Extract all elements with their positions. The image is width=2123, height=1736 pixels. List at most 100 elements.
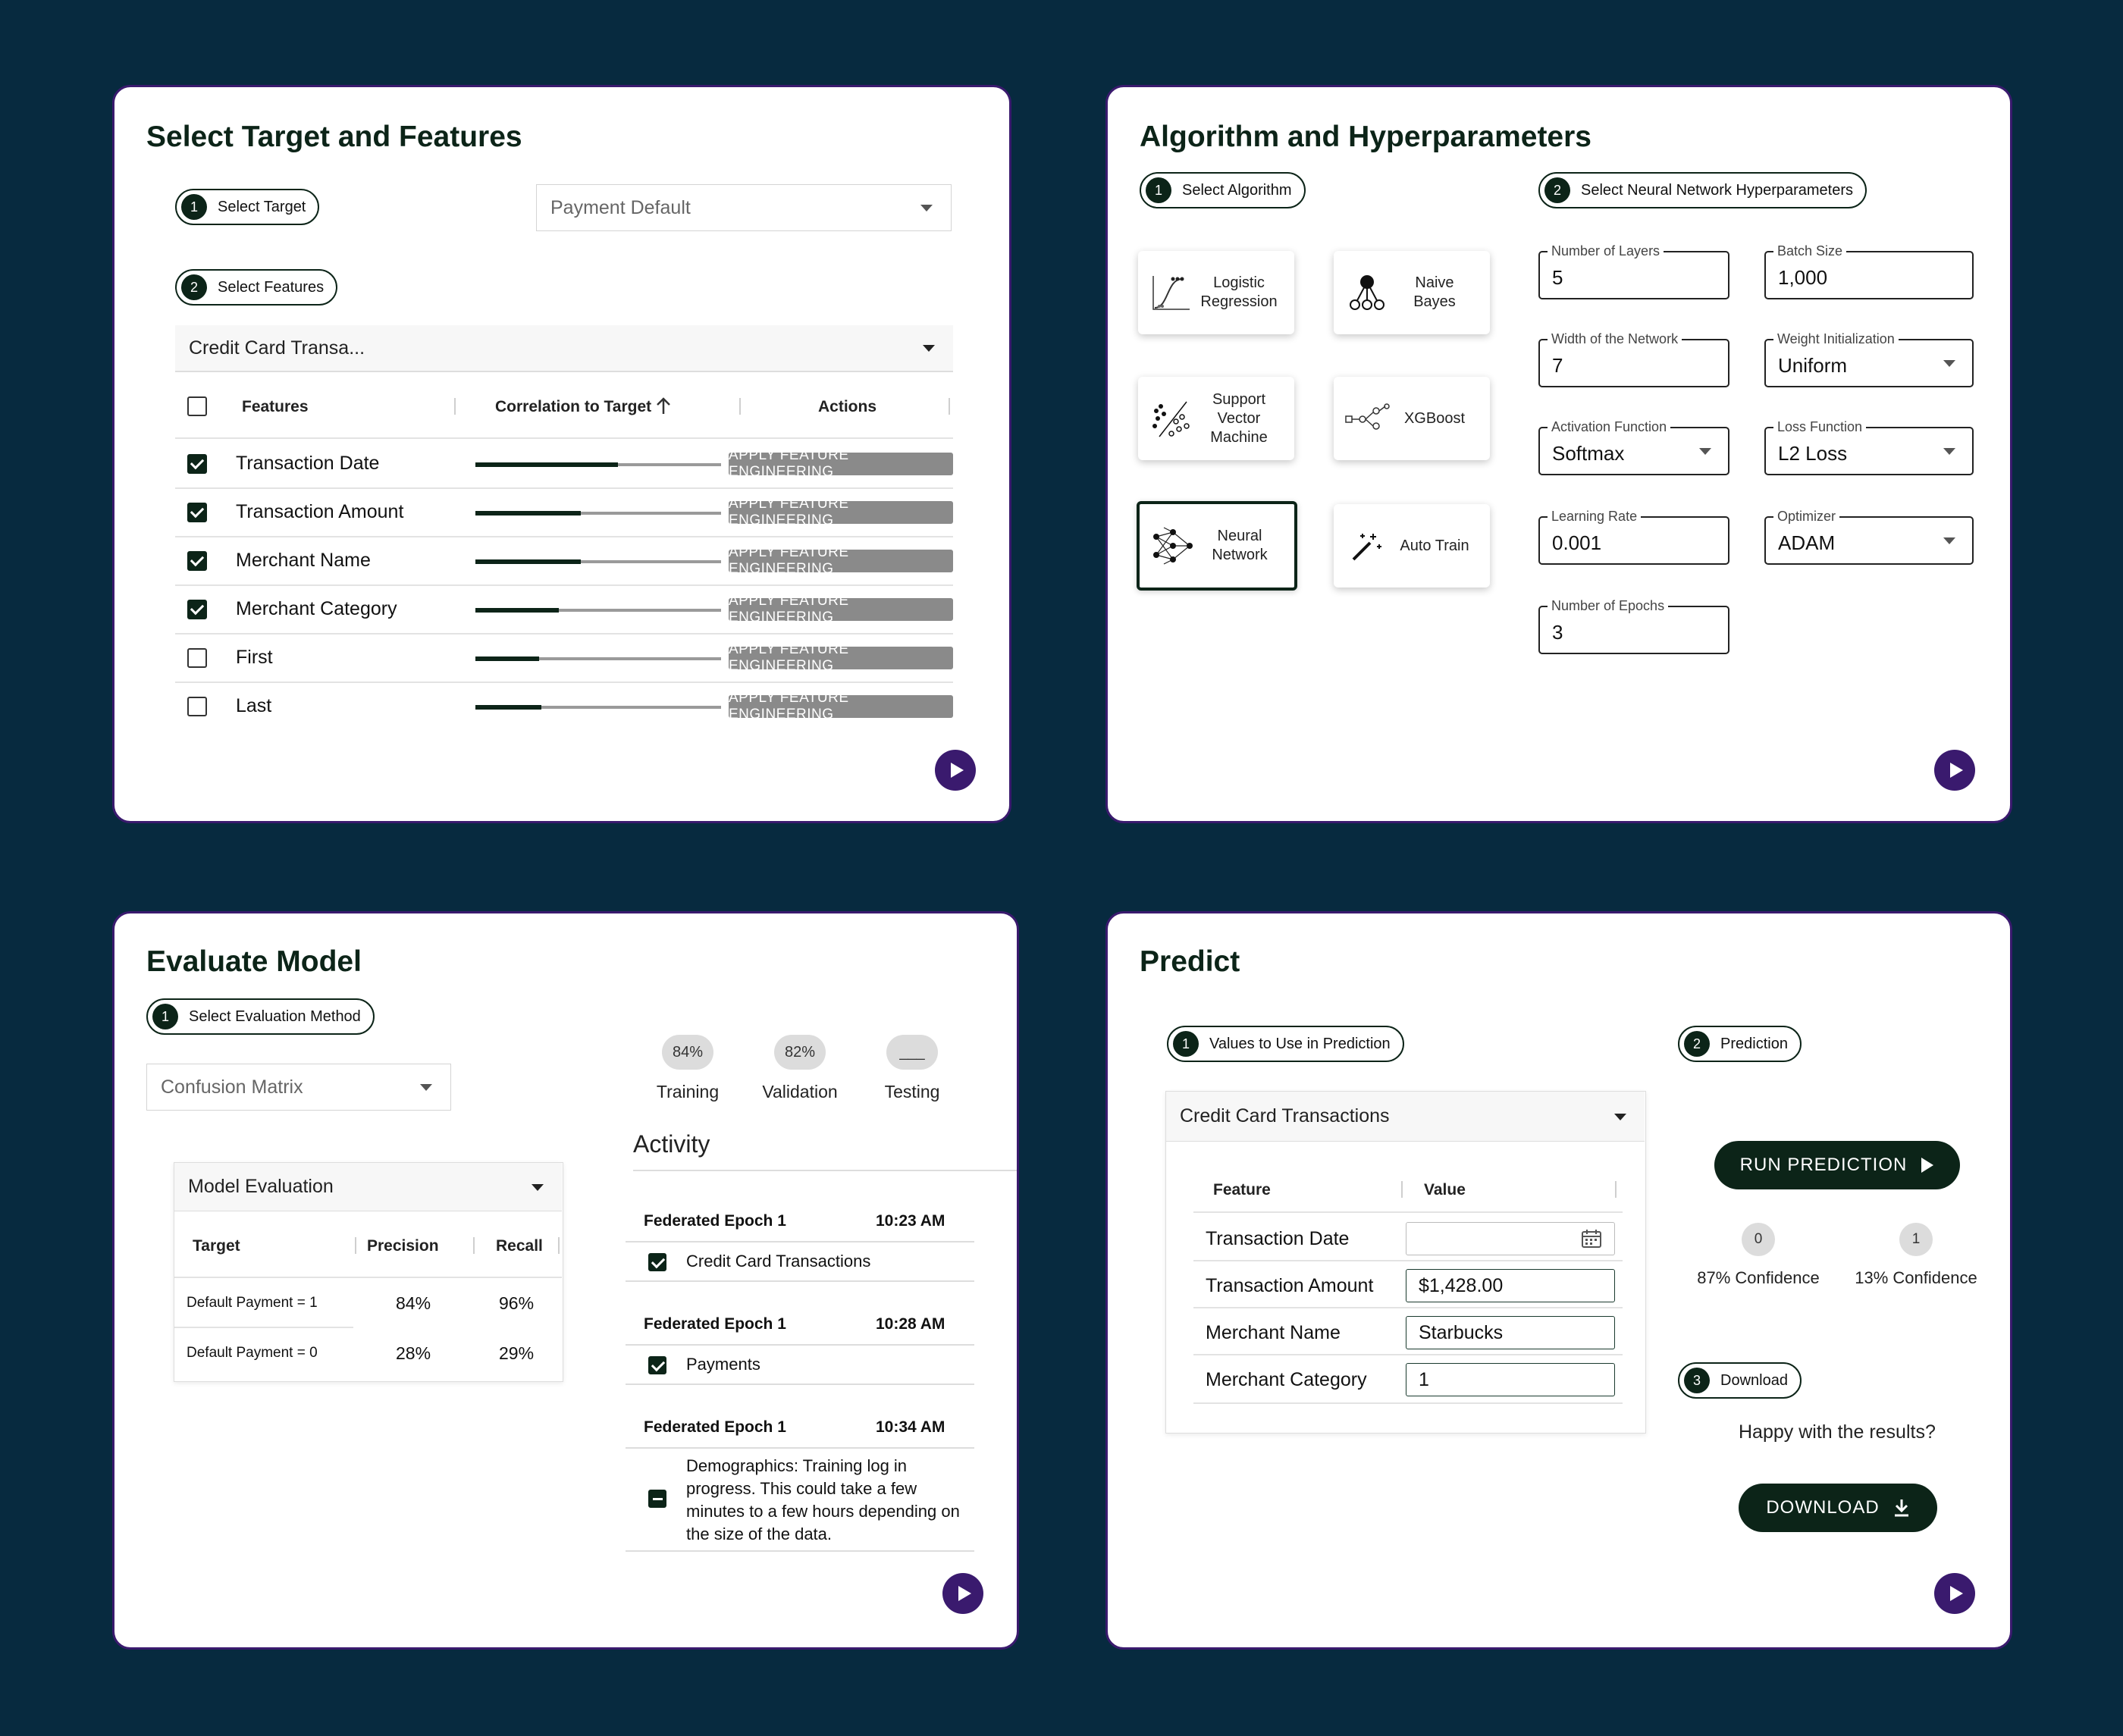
eval-target: Default Payment = 0 [187,1345,318,1361]
algorithm-label: XGBoost [1403,409,1466,427]
evaluate-model-card: Evaluate Model 1 Select Evaluation Metho… [112,911,1019,1650]
algorithm-logistic-regression[interactable]: Logistic Regression [1138,251,1294,334]
step-label: Select Target [218,198,306,215]
prediction-dataset-select[interactable]: Credit Card Transactions [1166,1092,1645,1142]
batch-size-field[interactable]: Batch Size 1,000 [1764,243,1974,299]
apply-feature-engineering-button[interactable]: APPLY FEATURE ENGINEERING [729,593,953,625]
correlation-bar [475,462,721,467]
correlation-bar-fill [475,705,542,710]
target-select[interactable]: Payment Default [536,184,952,231]
dataset-select[interactable]: Credit Card Transa... [175,325,953,372]
learning-rate-field[interactable]: Learning Rate 0.001 [1538,509,1729,565]
apply-feature-engineering-button[interactable]: APPLY FEATURE ENGINEERING [729,496,953,528]
algorithm-naive-bayes[interactable]: Naive Bayes [1334,251,1490,334]
activity-divider [626,1280,974,1282]
activity-checkbox[interactable] [648,1253,666,1271]
next-button[interactable] [1934,1573,1975,1614]
correlation-header[interactable]: Correlation to Target [495,398,651,416]
download-button[interactable]: DOWNLOAD [1739,1484,1937,1532]
logistic-curve-icon [1152,276,1190,310]
apply-feature-engineering-button[interactable]: APPLY FEATURE ENGINEERING [729,641,953,674]
activation-function-select[interactable]: Activation Function Softmax [1538,419,1729,475]
activity-checkbox[interactable] [648,1356,666,1374]
chevron-down-icon [420,1084,432,1091]
activity-item: Payments [686,1355,760,1374]
play-icon [1950,1586,1963,1601]
merchant-category-input[interactable] [1406,1363,1615,1396]
algorithm-xgboost[interactable]: XGBoost [1334,377,1490,460]
activity-divider [626,1383,974,1385]
step-label: Select Algorithm [1182,181,1292,199]
sort-arrow-up-icon[interactable] [654,396,673,416]
happy-with-results-text: Happy with the results? [1739,1421,1936,1443]
prediction-values-panel: Credit Card Transactions Feature Value T… [1165,1091,1646,1434]
field-label: Batch Size [1773,243,1847,259]
activity-divider [633,1170,1017,1171]
column-divider [454,398,456,415]
feature-name: Last [236,695,272,716]
step-number: 2 [1684,1031,1710,1057]
activity-epoch: Federated Epoch 1 [644,1315,786,1333]
loss-function-select[interactable]: Loss Function L2 Loss [1764,419,1974,475]
field-label: Activation Function [1548,419,1671,435]
feature-header: Feature [1213,1181,1271,1199]
field-value: 5 [1552,266,1563,289]
feature-checkbox[interactable] [187,454,207,474]
algorithm-support-vector-machine[interactable]: Support Vector Machine [1138,377,1294,460]
apply-feature-engineering-button[interactable]: APPLY FEATURE ENGINEERING [729,544,953,577]
step-prediction: 2 Prediction [1678,1026,1802,1062]
predict-card: Predict 1 Values to Use in Prediction 2 … [1105,911,2012,1650]
weight-initialization-select[interactable]: Weight Initialization Uniform [1764,331,1974,387]
model-evaluation-value: Model Evaluation [188,1176,334,1197]
field-value: 0.001 [1552,531,1602,554]
prediction-feature-name: Transaction Date [1206,1228,1350,1249]
testing-metric-badge: ___ [886,1035,938,1070]
header-divider [1193,1211,1623,1213]
activity-checkbox[interactable] [648,1490,666,1508]
transaction-amount-input[interactable] [1406,1269,1615,1302]
class-confidence: 13% Confidence [1855,1268,1977,1287]
training-metric-badge: 84% [662,1035,713,1070]
feature-checkbox[interactable] [187,697,207,716]
feature-checkbox[interactable] [187,551,207,571]
algorithm-auto-train[interactable]: Auto Train [1334,504,1490,588]
next-button[interactable] [1934,750,1975,791]
apply-feature-engineering-button[interactable]: APPLY FEATURE ENGINEERING [729,690,953,722]
feature-name: Transaction Date [236,453,380,474]
column-divider [739,398,741,415]
eval-precision: 28% [396,1343,431,1363]
step-label: Values to Use in Prediction [1209,1035,1391,1052]
next-button[interactable] [935,750,976,791]
network-width-field[interactable]: Width of the Network 7 [1538,331,1729,387]
transaction-date-input[interactable] [1406,1222,1615,1255]
select-all-checkbox[interactable] [187,396,207,416]
number-of-layers-field[interactable]: Number of Layers 5 [1538,243,1729,299]
step-number: 1 [152,1004,178,1029]
calendar-icon[interactable] [1581,1229,1602,1249]
eval-target: Default Payment = 1 [187,1295,318,1311]
correlation-bar [475,511,721,515]
model-evaluation-select[interactable]: Model Evaluation [174,1163,562,1211]
evaluation-method-select[interactable]: Confusion Matrix [146,1064,451,1111]
row-divider [1193,1354,1623,1355]
number-of-epochs-field[interactable]: Number of Epochs 3 [1538,598,1729,654]
optimizer-select[interactable]: Optimizer ADAM [1764,509,1974,565]
row-divider [175,584,953,586]
validation-metric-badge: 82% [774,1035,826,1070]
correlation-bar-fill [475,559,582,564]
row-divider [174,1327,353,1328]
feature-checkbox[interactable] [187,503,207,522]
run-prediction-button[interactable]: RUN PREDICTION [1714,1141,1960,1189]
field-label: Number of Epochs [1548,598,1669,614]
feature-checkbox[interactable] [187,648,207,668]
algorithm-neural-network[interactable]: Neural Network [1137,501,1297,591]
merchant-name-input[interactable] [1406,1316,1615,1349]
column-divider [1615,1181,1617,1198]
feature-checkbox[interactable] [187,600,207,619]
step-select-target: 1 Select Target [175,189,320,225]
apply-feature-engineering-button[interactable]: APPLY FEATURE ENGINEERING [729,447,953,480]
next-button[interactable] [942,1573,983,1614]
step-label: Download [1720,1371,1788,1389]
step-values-for-prediction: 1 Values to Use in Prediction [1167,1026,1404,1062]
field-label: Learning Rate [1548,509,1642,525]
